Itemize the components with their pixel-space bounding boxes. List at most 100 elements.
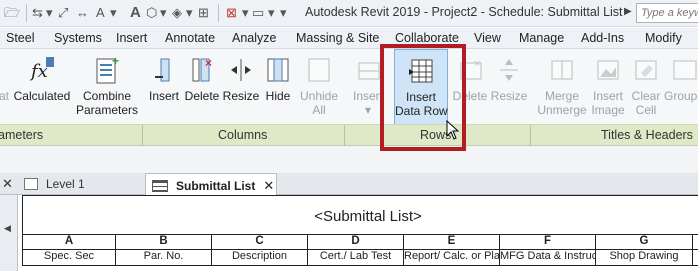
sync-icon[interactable]: ⇆ [32,5,43,21]
panel-divider [530,125,531,147]
tab-view[interactable]: View [474,31,501,45]
svg-text:×: × [474,58,480,70]
tab-modify[interactable]: Modify [645,31,682,45]
header-row: Spec. Sec Par. No. Description Cert./ La… [22,250,698,266]
tab-collaborate[interactable]: Collaborate [395,31,459,45]
clear-cell-icon [633,55,659,85]
tab-steel[interactable]: Steel [6,31,35,45]
header-cell[interactable]: MFG Data & Instruc [500,250,596,265]
window-title: Autodesk Revit 2019 - Project2 - Schedul… [305,5,623,19]
section-icon[interactable]: ◈ [172,5,182,21]
group-icon [671,55,697,85]
dimension-icon[interactable]: ↔ [76,5,89,21]
panel-label-columns: Columns [218,128,268,142]
merge-unmerge-icon [549,55,575,85]
unhide-all-icon [306,55,332,85]
tab-level-1[interactable]: Level 1 [18,173,140,195]
thin-lines-icon[interactable]: ⊞ [198,5,209,21]
header-cell[interactable]: Spec. Sec [23,250,116,265]
close-hidden-icon[interactable]: ⊠ [226,5,237,21]
resize-column-icon [228,55,254,85]
ribbon-gap [0,146,698,173]
3d-view-icon[interactable]: ⬡ [146,5,157,21]
insert-row-icon [355,55,381,85]
search-input[interactable]: Type a keyw [636,3,698,23]
svg-text:×: × [205,56,212,70]
tab-add-ins[interactable]: Add-Ins [581,31,624,45]
title-arrow-icon[interactable]: ▶ [624,6,632,17]
tab-annotate[interactable]: Annotate [165,31,215,45]
column-letter[interactable]: D [308,235,404,249]
header-cell[interactable]: Par. No. [116,250,212,265]
ribbon-panel: at fx Calculated + Combine Parameters In… [0,48,698,125]
tab-manage[interactable]: Manage [519,31,564,45]
header-cell[interactable]: Report/ Calc. or Pla [404,250,500,265]
text-icon[interactable]: A [96,5,105,21]
customize-qat-icon[interactable]: ▾ [280,5,287,21]
calculated-button[interactable]: fx Calculated [12,49,72,125]
column-letter[interactable]: B [116,235,212,249]
resize-column-button[interactable]: Resize [222,49,260,125]
partial-button: at [0,49,10,125]
close-all-icon[interactable]: ✕ [2,176,13,192]
column-letter[interactable]: G [596,235,693,249]
open-folder-icon[interactable]: 🗁 [4,5,20,21]
column-letter[interactable]: A [23,235,116,249]
dropdown-arrow-icon[interactable]: ▾ [242,5,249,21]
schedule-icon [152,180,168,192]
column-letter[interactable]: C [212,235,308,249]
dropdown-arrow-icon[interactable]: ▾ [160,5,167,21]
column-letter-row: A B C D E F G [22,235,698,250]
svg-text:+: + [112,55,119,68]
ribbon-tabs: Steel Systems Insert Annotate Analyze Ma… [0,28,698,48]
merge-unmerge-button[interactable]: Merge Unmerge [535,49,589,125]
hide-column-button[interactable]: Hide [261,49,295,125]
panel-label-titles-headers: Titles & Headers [601,128,693,142]
combine-parameters-icon: + [94,54,120,85]
insert-column-button[interactable]: Insert [146,49,182,125]
left-panel-strip: ◀ [0,195,18,271]
insert-image-icon [595,55,621,85]
panel-divider [142,125,143,147]
switch-windows-icon[interactable]: ▭ [252,5,264,21]
combine-parameters-button[interactable]: + Combine Parameters [76,49,138,125]
resize-row-icon [496,55,522,85]
insert-column-icon [151,55,177,85]
separator [218,4,219,22]
measure-icon[interactable]: ⤢ [58,5,68,21]
close-tab-icon[interactable]: ✕ [263,178,274,193]
tab-insert[interactable]: Insert [116,31,147,45]
group-button[interactable]: Group [664,49,698,125]
mouse-cursor-icon [446,120,460,140]
tab-massing-site[interactable]: Massing & Site [296,31,379,45]
clear-cell-button[interactable]: Clear Cell [628,49,664,125]
collapse-arrow-icon[interactable]: ◀ [4,223,11,234]
header-cell[interactable]: Description [212,250,308,265]
tab-analyze[interactable]: Analyze [232,31,276,45]
column-letter[interactable]: E [404,235,500,249]
column-letter[interactable]: F [500,235,596,249]
dropdown-arrow-icon[interactable]: ▾ [46,5,53,21]
svg-text:fx: fx [29,61,48,82]
dropdown-arrow-icon[interactable]: ▾ [268,5,275,21]
dropdown-arrow-icon[interactable]: ▾ [186,5,193,21]
schedule-title[interactable]: <Submittal List> [22,195,698,235]
panel-divider [344,125,345,147]
tab-submittal-list[interactable]: Submittal List ✕ [145,173,277,195]
insert-image-button[interactable]: Insert Image [589,49,627,125]
calculated-icon: fx [29,55,55,85]
panel-label-parameters: ameters [0,128,44,142]
schedule-view: <Submittal List> A B C D E F G Spec. Sec… [18,195,698,271]
text-tool-icon[interactable]: A [130,5,141,21]
title-bar: 🗁 ⇆ ▾ ⤢ ↔ A ▾ A ⬡ ▾ ◈ ▾ ⊞ ⊠ ▾ ▭ ▾ ▾ Auto… [0,0,698,27]
header-cell[interactable]: Cert./ Lab Test [308,250,404,265]
tab-systems[interactable]: Systems [54,31,102,45]
separator [26,4,27,22]
unhide-all-button[interactable]: Unhide All [298,49,340,125]
dropdown-arrow-icon[interactable]: ▾ [110,5,117,21]
header-cell[interactable]: Shop Drawing [596,250,693,265]
ribbon-panel-labels: ameters Columns Rows Titles & Headers [0,124,698,147]
hide-column-icon [265,55,291,85]
resize-row-button[interactable]: Resize [490,49,528,125]
delete-column-button[interactable]: × Delete [183,49,221,125]
